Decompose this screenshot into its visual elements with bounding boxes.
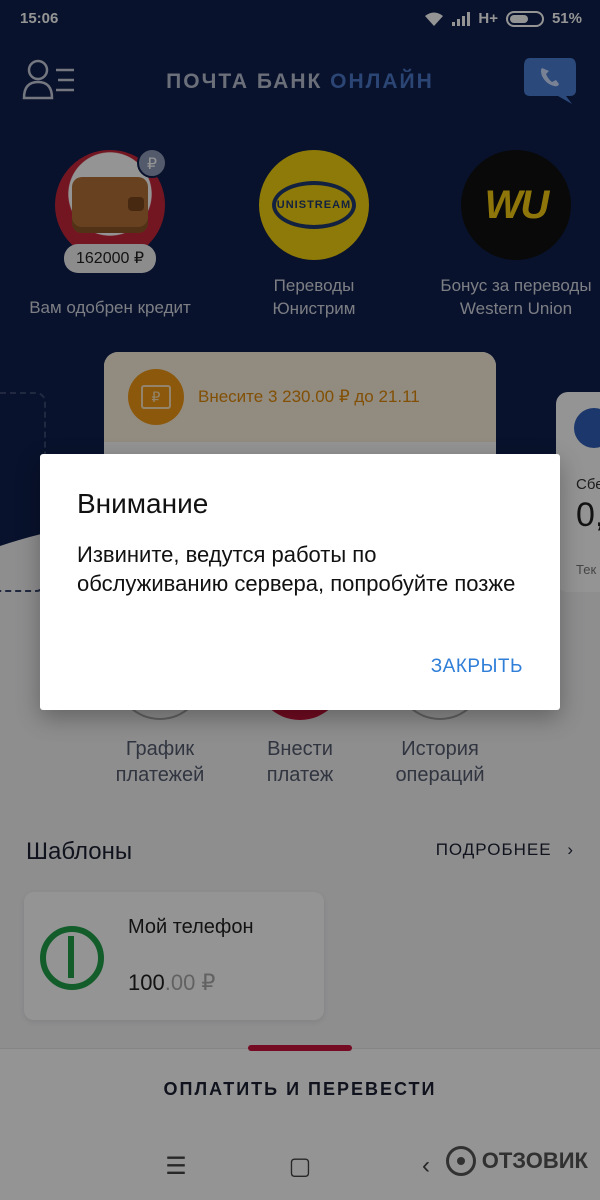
dialog-message: Извините, ведутся работы по обслуживанию… — [77, 542, 516, 596]
dialog-title: Внимание — [77, 488, 209, 519]
close-button[interactable]: ЗАКРЫТЬ — [431, 656, 523, 678]
alert-dialog: Внимание Извините, ведутся работы по обс… — [40, 454, 560, 710]
